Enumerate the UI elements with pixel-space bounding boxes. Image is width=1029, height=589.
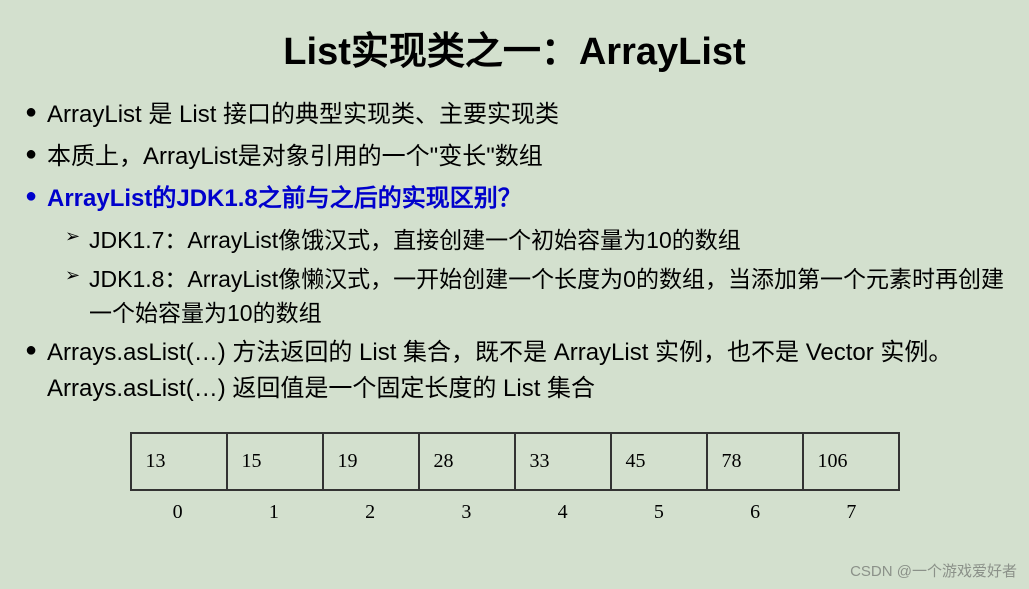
- array-cell: 78: [708, 434, 804, 489]
- sub-bullet-item: JDK1.8：ArrayList像懒汉式，一开始创建一个长度为0的数组，当添加第…: [65, 262, 1004, 331]
- main-bullet-list: ArrayList 是 List 接口的典型实现类、主要实现类 本质上，Arra…: [25, 97, 1004, 217]
- array-diagram: 13 15 19 28 33 45 78 106 0 1 2 3 4 5 6 7: [130, 432, 900, 524]
- sub-bullet-item: JDK1.7：ArrayList像饿汉式，直接创建一个初始容量为10的数组: [65, 223, 1004, 258]
- array-index: 7: [803, 491, 899, 524]
- array-index: 3: [418, 491, 514, 524]
- array-index: 4: [515, 491, 611, 524]
- array-index: 5: [611, 491, 707, 524]
- sub-bullet-list: JDK1.7：ArrayList像饿汉式，直接创建一个初始容量为10的数组 JD…: [65, 223, 1004, 331]
- bullet-item: Arrays.asList(…) 方法返回的 List 集合，既不是 Array…: [25, 335, 1004, 407]
- array-index: 6: [707, 491, 803, 524]
- array-cell: 106: [804, 434, 898, 489]
- page-title: List实现类之一：ArrayList: [25, 20, 1004, 75]
- main-bullet-list-continued: Arrays.asList(…) 方法返回的 List 集合，既不是 Array…: [25, 335, 1004, 407]
- bullet-item: 本质上，ArrayList是对象引用的一个"变长"数组: [25, 139, 1004, 175]
- array-cells-row: 13 15 19 28 33 45 78 106: [130, 432, 900, 491]
- array-cell: 28: [420, 434, 516, 489]
- bullet-item: ArrayList 是 List 接口的典型实现类、主要实现类: [25, 97, 1004, 133]
- array-index: 2: [322, 491, 418, 524]
- array-cell: 19: [324, 434, 420, 489]
- array-cell: 33: [516, 434, 612, 489]
- array-index: 0: [130, 491, 226, 524]
- watermark: CSDN @一个游戏爱好者: [850, 560, 1017, 581]
- array-index: 1: [226, 491, 322, 524]
- array-cell: 45: [612, 434, 708, 489]
- array-cell: 13: [132, 434, 228, 489]
- array-indices-row: 0 1 2 3 4 5 6 7: [130, 491, 900, 524]
- bullet-item-highlighted: ArrayList的JDK1.8之前与之后的实现区别？: [25, 181, 1004, 217]
- array-cell: 15: [228, 434, 324, 489]
